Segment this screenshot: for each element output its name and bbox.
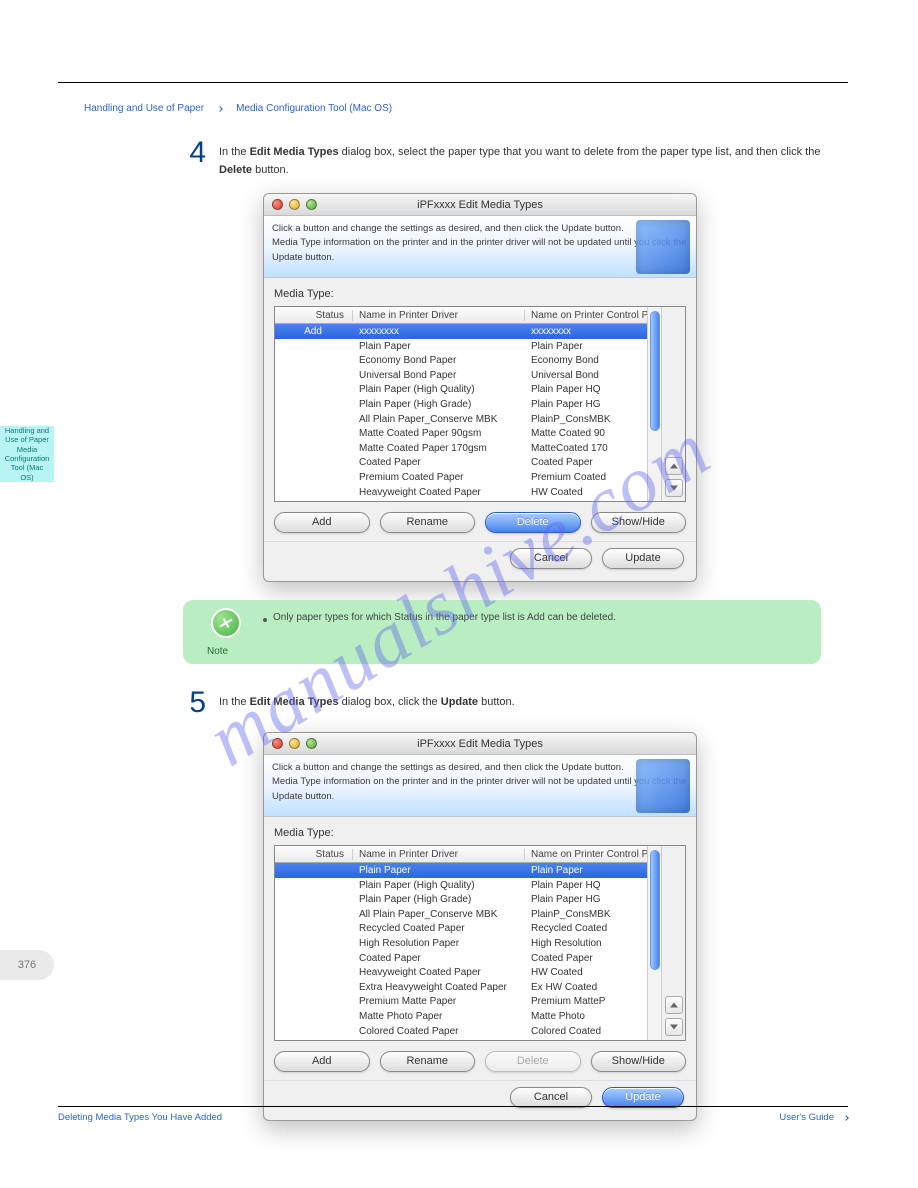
table-row[interactable]: Matte Coated Paper 90gsmMatte Coated 90 [275,426,647,441]
list-header[interactable]: Status Name in Printer Driver Name on Pr… [275,846,647,863]
table-row[interactable]: Plain PaperPlain Paper [275,339,647,354]
table-row[interactable]: Plain PaperPlain Paper [275,863,647,878]
scrollbar[interactable] [647,307,661,501]
zoom-icon[interactable] [306,199,317,210]
table-row[interactable]: Plain Paper (High Grade)Plain Paper HG [275,397,647,412]
table-row[interactable]: Recycled Coated PaperRecycled Coated [275,922,647,937]
step-number: 4 [183,138,205,168]
breadcrumb: Handling and Use of Paper Media Configur… [84,103,848,114]
col-status[interactable]: Status [275,310,353,321]
col-driver[interactable]: Name in Printer Driver [353,310,525,321]
breadcrumb-item[interactable]: Handling and Use of Paper [84,103,204,114]
add-button[interactable]: Add [274,512,370,533]
table-row[interactable]: Colored Coated PaperColored Coated [275,1024,647,1039]
scroll-thumb[interactable] [650,850,660,970]
step-text: In the Edit Media Types dialog box, clic… [219,688,848,712]
table-row[interactable]: Plain Paper (High Quality)Plain Paper HQ [275,878,647,893]
bullet-icon [263,618,267,622]
table-row[interactable]: Matte Coated Paper 170gsmMatteCoated 170 [275,441,647,456]
table-row[interactable]: Premium Glossy Paper 200Premium Gl 200 [275,1038,647,1040]
table-row[interactable]: Plain Paper (High Quality)Plain Paper HQ [275,383,647,398]
table-row[interactable]: Plain Paper (High Grade)Plain Paper HG [275,892,647,907]
minimize-icon[interactable] [289,199,300,210]
note-title: Note [207,646,228,657]
footer-link[interactable]: User's Guide [779,1112,834,1123]
step-number: 5 [183,688,205,718]
delete-button[interactable]: Delete [485,512,581,533]
rule-bottom [58,1106,848,1107]
table-row[interactable]: Coated PaperCoated Paper [275,456,647,471]
edit-media-types-dialog: iPFxxxx Edit Media Types Click a button … [263,193,697,582]
table-row[interactable]: High Resolution PaperHigh Resolution [275,936,647,951]
table-row[interactable]: Matte Photo PaperMatte Photo [275,1009,647,1024]
dialog-banner: Click a button and change the settings a… [264,755,696,817]
col-panel[interactable]: Name on Printer Control Panel [525,849,647,860]
zoom-icon[interactable] [306,738,317,749]
side-tab: Handling and Use of Paper Media Configur… [0,426,54,482]
dialog-title: iPFxxxx Edit Media Types [264,199,696,211]
rename-button[interactable]: Rename [380,512,476,533]
dialog-title: iPFxxxx Edit Media Types [264,738,696,750]
table-row[interactable]: Universal Bond PaperUniversal Bond [275,368,647,383]
note-icon [211,608,241,638]
page-number: 376 [0,950,54,980]
rule-top [58,82,848,83]
media-type-list[interactable]: Status Name in Printer Driver Name on Pr… [274,845,686,1041]
media-type-list[interactable]: Status Name in Printer Driver Name on Pr… [274,306,686,502]
step-5: 5 In the Edit Media Types dialog box, cl… [183,688,848,718]
close-icon[interactable] [272,738,283,749]
chevron-right-icon [843,1115,849,1121]
move-up-icon[interactable] [665,996,683,1014]
note-block: Note Only paper types for which Status i… [183,600,821,664]
close-icon[interactable] [272,199,283,210]
move-down-icon[interactable] [665,479,683,497]
dialog-titlebar[interactable]: iPFxxxx Edit Media Types [264,194,696,216]
footer-link[interactable]: Deleting Media Types You Have Added [58,1112,222,1123]
col-driver[interactable]: Name in Printer Driver [353,849,525,860]
dialog-banner: Click a button and change the settings a… [264,216,696,278]
rename-button[interactable]: Rename [380,1051,476,1072]
table-row[interactable]: Extra Heavyweight Coated PaperEx HW Coat… [275,980,647,995]
minimize-icon[interactable] [289,738,300,749]
move-down-icon[interactable] [665,1018,683,1036]
update-button[interactable]: Update [602,548,684,569]
table-row[interactable]: Premium Matte PaperPremium MatteP [275,499,647,501]
step-text: In the Edit Media Types dialog box, sele… [219,138,848,179]
dialog-titlebar[interactable]: iPFxxxx Edit Media Types [264,733,696,755]
scroll-thumb[interactable] [650,311,660,431]
delete-button: Delete [485,1051,581,1072]
show-hide-button[interactable]: Show/Hide [591,512,687,533]
col-status[interactable]: Status [275,849,353,860]
table-row[interactable]: Addxxxxxxxxxxxxxxxx [275,324,647,339]
list-header[interactable]: Status Name in Printer Driver Name on Pr… [275,307,647,324]
add-button[interactable]: Add [274,1051,370,1072]
step-4: 4 In the Edit Media Types dialog box, se… [183,138,848,179]
table-row[interactable]: Premium Coated PaperPremium Coated [275,470,647,485]
table-row[interactable]: Heavyweight Coated PaperHW Coated [275,965,647,980]
chevron-right-icon [217,106,223,112]
footer: Deleting Media Types You Have Added User… [58,1112,848,1123]
table-row[interactable]: Economy Bond PaperEconomy Bond [275,353,647,368]
media-type-label: Media Type: [264,278,696,306]
show-hide-button[interactable]: Show/Hide [591,1051,687,1072]
table-row[interactable]: All Plain Paper_Conserve MBKPlainP_ConsM… [275,907,647,922]
table-row[interactable]: Premium Matte PaperPremium MatteP [275,995,647,1010]
note-text: Only paper types for which Status in the… [273,612,616,623]
table-row[interactable]: All Plain Paper_Conserve MBKPlainP_ConsM… [275,412,647,427]
media-type-label: Media Type: [264,817,696,845]
edit-media-types-dialog: iPFxxxx Edit Media Types Click a button … [263,732,697,1121]
cancel-button[interactable]: Cancel [510,548,592,569]
breadcrumb-item[interactable]: Media Configuration Tool (Mac OS) [236,103,392,114]
table-row[interactable]: Coated PaperCoated Paper [275,951,647,966]
move-up-icon[interactable] [665,457,683,475]
col-panel[interactable]: Name on Printer Control Panel [525,310,647,321]
table-row[interactable]: Heavyweight Coated PaperHW Coated [275,485,647,500]
scrollbar[interactable] [647,846,661,1040]
